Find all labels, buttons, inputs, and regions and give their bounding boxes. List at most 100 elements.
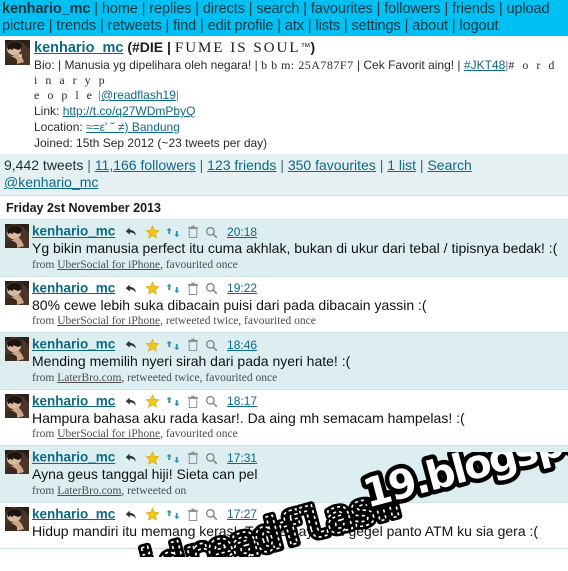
bio-mention-readflash19[interactable]: @readflash19 (101, 88, 176, 102)
nav-link-logout[interactable]: logout (460, 18, 499, 34)
retweet-icon (166, 509, 180, 520)
tweet-from-label: from (32, 428, 55, 440)
nav-separator: | (447, 17, 460, 34)
nav-separator: | (400, 17, 413, 34)
stat-friends-link[interactable]: 123 friends (207, 157, 276, 173)
nav-link-followers[interactable]: followers (384, 1, 440, 17)
tweet-username-link[interactable]: kenhario_mc (32, 337, 115, 352)
nav-link-directs[interactable]: directs (203, 1, 245, 17)
profile-display-prefix: (#DIE (127, 39, 164, 55)
profile-link-url[interactable]: http://t.co/q27WDmPbyQ (63, 104, 196, 118)
reply-arrow-icon (125, 397, 136, 406)
nav-link-favourites[interactable]: favourites (311, 1, 373, 17)
profile-avatar[interactable] (5, 40, 30, 65)
trash-icon (187, 282, 198, 295)
profile-name-line: kenhario_mc (#DIE | FUME IS SOUL™) (34, 39, 564, 57)
nav-link-lists[interactable]: lists (315, 18, 340, 34)
profile-username-link[interactable]: kenhario_mc (34, 40, 123, 56)
tweet-action-icons (124, 393, 222, 409)
tweet-avatar[interactable] (5, 224, 29, 248)
tweet-header: kenhario_mc 17:31 (32, 449, 564, 466)
reply-arrow-icon (125, 340, 136, 349)
tweet-username-link[interactable]: kenhario_mc (32, 450, 115, 465)
trademark-symbol: ™ (300, 42, 311, 53)
profile-display-suffix: ) (310, 39, 316, 55)
tweet-meta: from LaterBro.com, retweeted on (32, 484, 564, 498)
star-icon (145, 507, 159, 521)
nav-link-replies[interactable]: replies (149, 1, 191, 17)
tweet-from-label: from (32, 371, 55, 384)
tweet-source-link[interactable]: UberSocial for iPhone (57, 428, 160, 440)
profile-display-styled: FUME IS SOUL (174, 40, 301, 56)
tweet-timestamp[interactable]: 18:17 (227, 394, 257, 408)
tweet-text: Hampura bahasa aku rada kasar!. Da aing … (32, 409, 465, 426)
tweet-username-link[interactable]: kenhario_mc (32, 224, 115, 239)
tweet-avatar[interactable] (5, 280, 29, 305)
profile-bio: Bio: | Manusia yg dipelihara oleh negara… (34, 58, 564, 103)
nav-separator: | (273, 17, 285, 34)
tweet-text: Hidup mandiri itu memang keras!. Teu per… (32, 522, 539, 539)
profile-stats-bar: 9,442 tweets | 11,166 followers | 123 fr… (0, 154, 568, 196)
nav-link-trends[interactable]: trends (56, 18, 96, 34)
nav-link-edit-profile[interactable]: edit profile (208, 18, 274, 34)
magnifier-icon (206, 339, 218, 351)
bio-text-part1: | Manusia yg dipelihara oleh negara! | (58, 58, 258, 72)
nav-separator: | (494, 1, 507, 17)
stat-followers-link[interactable]: 11,166 followers (95, 157, 196, 173)
nav-separator: | (303, 17, 316, 34)
bio-text-part2: | Cek Favorit aing! | (356, 58, 461, 72)
star-icon (145, 337, 159, 352)
tweet-avatar[interactable] (5, 393, 29, 418)
nav-separator: | (196, 17, 208, 34)
nav-link-atx[interactable]: atx (285, 18, 304, 34)
tweet-row: kenhario_mc 17:27 Hidup mandiri itu mema… (0, 502, 568, 549)
tweet-source-link[interactable]: UberSocial for iPhone (57, 259, 160, 271)
nav-link-find[interactable]: find (173, 18, 196, 34)
nav-link-friends[interactable]: friends (452, 1, 495, 17)
nav-separator: | (191, 1, 203, 17)
stat-lists-link[interactable]: 1 list (387, 157, 416, 173)
nav-link-retweets[interactable]: retweets (108, 18, 162, 34)
magnifier-icon (206, 226, 218, 238)
tweet-text: 80% cewe lebih suka dibacain puisi dari … (32, 296, 427, 313)
trash-icon (187, 225, 198, 239)
bio-hashtag-ordinary-cont: e o p l e (34, 88, 95, 102)
tweet-username-link[interactable]: kenhario_mc (32, 506, 115, 521)
tweet-timestamp[interactable]: 19:22 (227, 281, 257, 295)
tweet-avatar[interactable] (5, 450, 29, 474)
tweet-source-link[interactable]: LaterBro.com (57, 485, 121, 497)
tweet-avatar[interactable] (5, 506, 29, 531)
tweet-source-link[interactable]: UberSocial for iPhone (57, 315, 160, 327)
tweet-timestamp[interactable]: 17:27 (227, 507, 257, 521)
profile-display-separator: | (163, 39, 175, 55)
nav-current-user[interactable]: kenhario_mc (2, 1, 90, 17)
tweet-timestamp[interactable]: 17:31 (227, 451, 257, 465)
nav-link-home[interactable]: home (102, 1, 138, 17)
tweet-username-link[interactable]: kenhario_mc (32, 393, 115, 408)
nav-separator: | (339, 17, 352, 34)
nav-link-search[interactable]: search (256, 1, 299, 17)
nav-separator: | (372, 1, 385, 17)
star-icon (145, 281, 159, 295)
date-header: Friday 2st November 2013 (0, 196, 568, 220)
stat-separator: | (416, 157, 428, 173)
tweet-meta-extra: , favourited once (160, 428, 238, 440)
tweet-avatar[interactable] (5, 337, 29, 361)
reply-arrow-icon (125, 284, 136, 293)
retweet-icon (166, 340, 180, 350)
tweet-meta-extra: , retweeted on (121, 484, 187, 497)
nav-link-settings[interactable]: settings (351, 18, 400, 34)
nav-separator: | (244, 1, 257, 17)
tweet-username-link[interactable]: kenhario_mc (32, 280, 115, 295)
tweet-timestamp[interactable]: 18:46 (227, 338, 257, 352)
tweet-timestamp[interactable]: 20:18 (227, 225, 257, 239)
tweet-header: kenhario_mc 17:27 (32, 506, 564, 523)
stat-favourites-link[interactable]: 350 favourites (288, 157, 376, 173)
nav-link-about[interactable]: about (412, 18, 448, 34)
nav-separator: | (161, 17, 174, 34)
tweet-source-link[interactable]: LaterBro.com (57, 372, 121, 384)
profile-location-value[interactable]: ≈=ε' ˘ ≠) Bandung (86, 120, 180, 134)
bio-hashtag-jkt48[interactable]: #JKT48 (464, 58, 505, 72)
tweet-action-icons (124, 450, 222, 466)
bio-separator: | (175, 88, 179, 102)
